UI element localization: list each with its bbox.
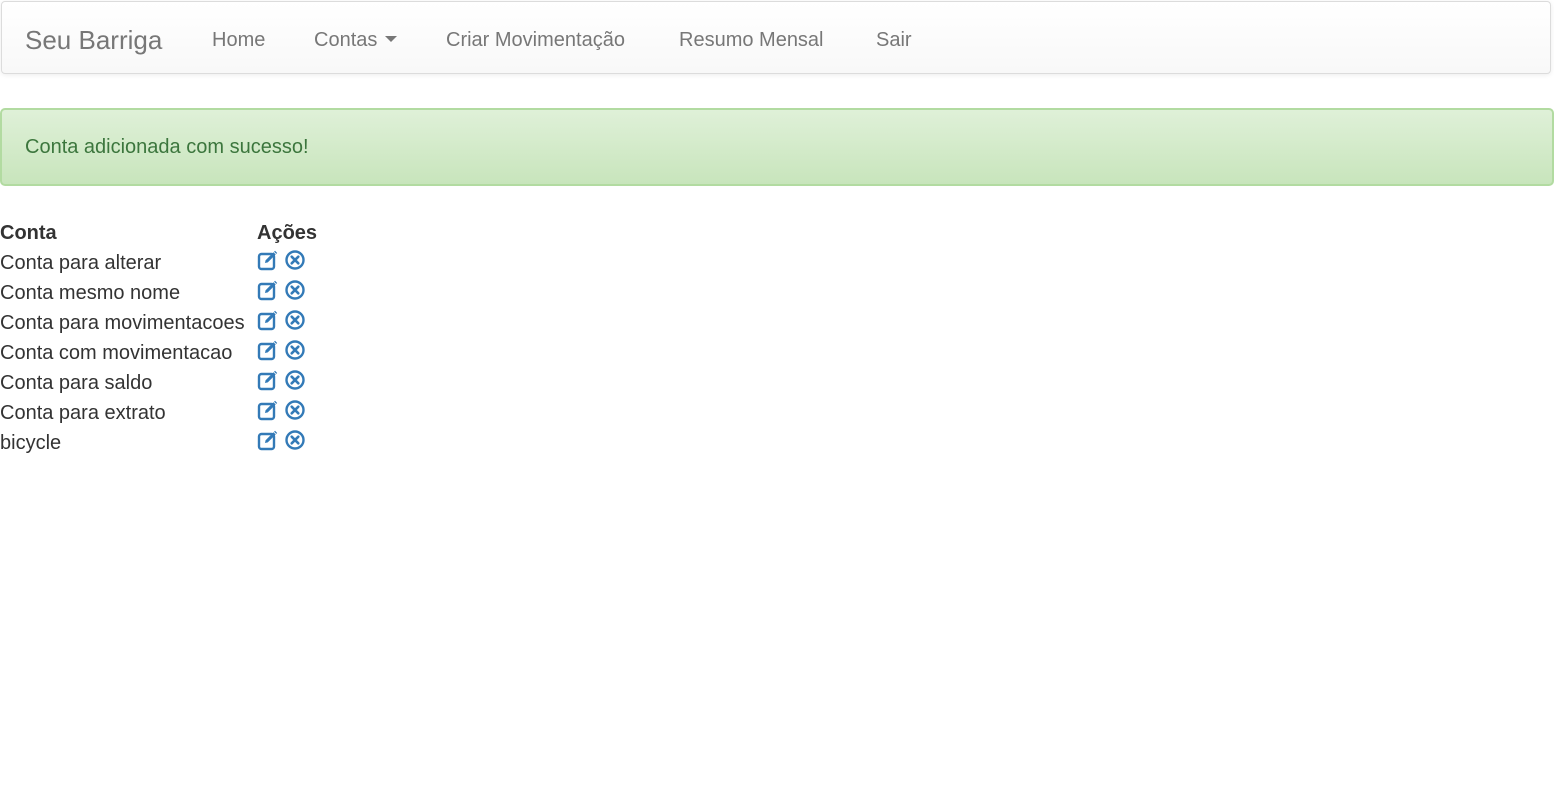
account-name: Conta com movimentacao — [0, 341, 233, 364]
header-conta: Conta — [0, 221, 57, 244]
edit-icon[interactable] — [257, 399, 279, 421]
alert-message: Conta adicionada com sucesso! — [25, 136, 309, 158]
remove-icon[interactable] — [284, 399, 306, 421]
account-name: Conta mesmo nome — [0, 281, 181, 304]
table-row: Conta para alterar — [0, 248, 317, 278]
navbar: Seu Barriga Home Contas Criar Movimentaç… — [1, 1, 1551, 74]
remove-icon[interactable] — [284, 309, 306, 331]
caret-down-icon — [385, 35, 398, 42]
table-row: Conta com movimentacao — [0, 338, 317, 368]
nav-criar-movimentacao[interactable]: Criar Movimentação — [446, 28, 625, 52]
remove-icon[interactable] — [284, 429, 306, 451]
account-name: Conta para alterar — [0, 251, 162, 274]
account-actions — [257, 278, 317, 308]
account-name: Conta para movimentacoes — [0, 311, 245, 334]
edit-icon[interactable] — [257, 339, 279, 361]
brand-link[interactable]: Seu Barriga — [25, 24, 162, 56]
edit-icon[interactable] — [257, 429, 279, 451]
header-acoes: Ações — [257, 221, 318, 244]
account-actions — [257, 428, 317, 458]
edit-icon[interactable] — [257, 279, 279, 301]
table-row: Conta para saldo — [0, 368, 317, 398]
remove-icon[interactable] — [284, 369, 306, 391]
account-actions — [257, 338, 317, 368]
table-row: Conta para extrato — [0, 398, 317, 428]
account-actions — [257, 248, 317, 278]
nav-resumo-mensal[interactable]: Resumo Mensal — [679, 28, 824, 52]
account-name: bicycle — [0, 431, 62, 454]
nav-contas-label: Contas — [314, 29, 378, 51]
remove-icon[interactable] — [284, 279, 306, 301]
table-row: Conta para movimentacoes — [0, 308, 317, 338]
edit-icon[interactable] — [257, 249, 279, 271]
nav-contas-dropdown[interactable]: Contas — [314, 28, 398, 52]
remove-icon[interactable] — [284, 339, 306, 361]
edit-icon[interactable] — [257, 309, 279, 331]
success-alert: Conta adicionada com sucesso! — [0, 108, 1554, 186]
table-row: Conta mesmo nome — [0, 278, 317, 308]
remove-icon[interactable] — [284, 249, 306, 271]
account-actions — [257, 308, 317, 338]
table-header-row: Conta Ações — [0, 218, 317, 248]
account-actions — [257, 398, 317, 428]
accounts-table: Conta Ações Conta para alterar Conta mesm… — [0, 218, 317, 458]
table-row: bicycle — [0, 428, 317, 458]
nav-sair[interactable]: Sair — [876, 28, 912, 52]
nav-home[interactable]: Home — [212, 28, 265, 52]
account-name: Conta para extrato — [0, 401, 166, 424]
edit-icon[interactable] — [257, 369, 279, 391]
table-body: Conta para alterar Conta mesmo nome Conta … — [0, 248, 317, 458]
account-actions — [257, 368, 317, 398]
account-name: Conta para saldo — [0, 371, 153, 394]
